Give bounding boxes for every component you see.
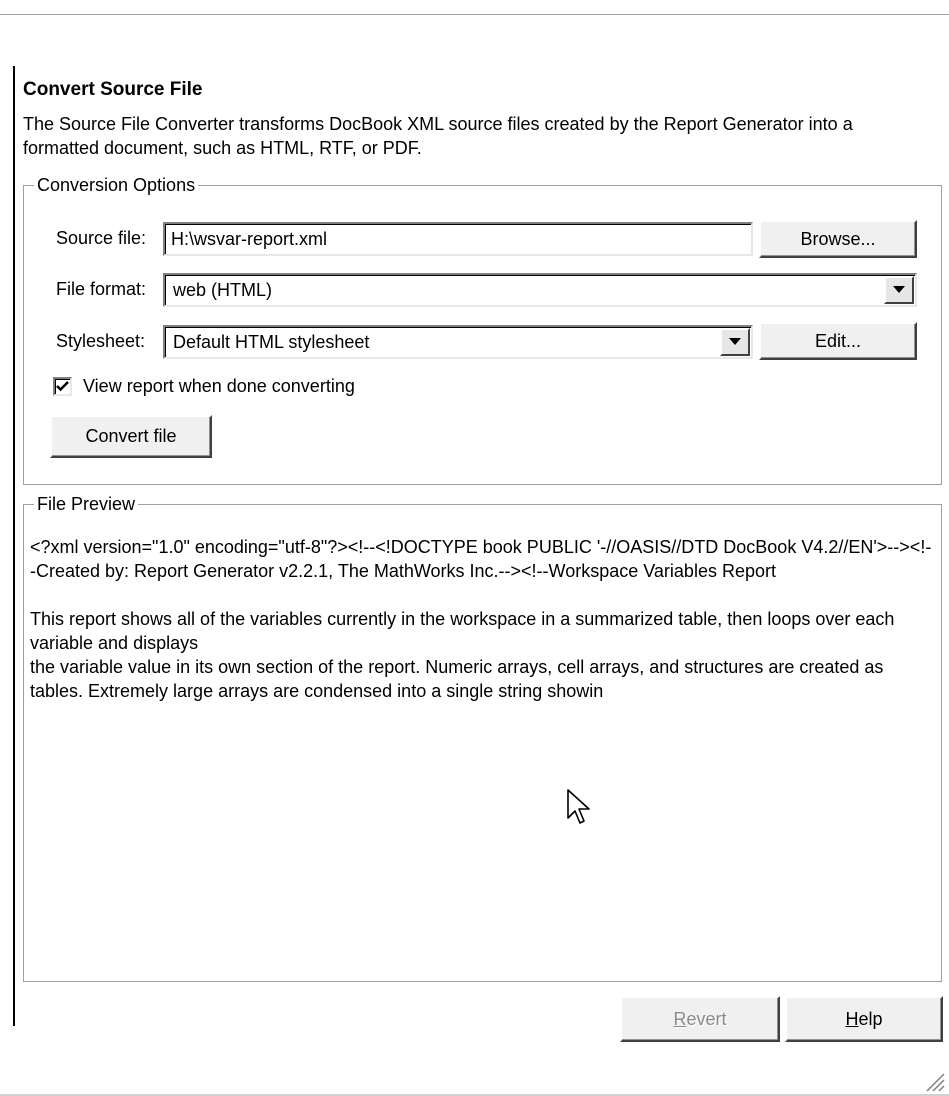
file-preview-label: File Preview — [34, 493, 139, 515]
help-button-label: Help — [845, 1008, 883, 1029]
page-title: Convert Source File — [23, 79, 203, 100]
browse-button[interactable]: Browse... — [759, 220, 917, 258]
source-file-field[interactable] — [163, 222, 753, 256]
left-border — [13, 66, 15, 1026]
stylesheet-label: Stylesheet: — [56, 331, 146, 351]
stylesheet-select[interactable]: Default HTML stylesheet — [163, 325, 753, 359]
stylesheet-dropdown-button[interactable] — [720, 328, 750, 356]
revert-button-label: Revert — [673, 1008, 727, 1029]
checkmark-icon — [56, 381, 69, 392]
source-file-input[interactable] — [171, 227, 745, 251]
file-format-select[interactable]: web (HTML) — [163, 273, 917, 307]
source-file-label: Source file: — [56, 228, 147, 248]
chevron-down-icon — [729, 338, 741, 345]
preview-paragraph: <?xml version="1.0" encoding="utf-8"?><!… — [30, 537, 932, 581]
view-report-checkbox[interactable] — [53, 377, 72, 396]
resize-grip-icon[interactable] — [923, 1070, 945, 1092]
chevron-down-icon — [893, 286, 905, 293]
top-separator — [0, 14, 949, 16]
edit-stylesheet-button[interactable]: Edit... — [759, 322, 917, 360]
mouse-pointer-icon — [567, 789, 590, 824]
file-format-label: File format: — [56, 279, 147, 299]
file-format-value: web (HTML) — [173, 280, 273, 300]
preview-paragraph: This report shows all of the variables c… — [30, 609, 895, 701]
conversion-options-label: Conversion Options — [34, 174, 199, 196]
page-description: The Source File Converter transforms Doc… — [23, 114, 853, 158]
view-report-label[interactable]: View report when done converting — [83, 374, 355, 398]
stylesheet-value: Default HTML stylesheet — [173, 332, 370, 352]
revert-button[interactable]: Revert — [620, 996, 780, 1042]
file-format-dropdown-button[interactable] — [884, 276, 914, 304]
convert-file-button[interactable]: Convert file — [50, 415, 212, 458]
help-button[interactable]: Help — [785, 996, 943, 1042]
file-preview-content: <?xml version="1.0" encoding="utf-8"?><!… — [30, 535, 935, 727]
